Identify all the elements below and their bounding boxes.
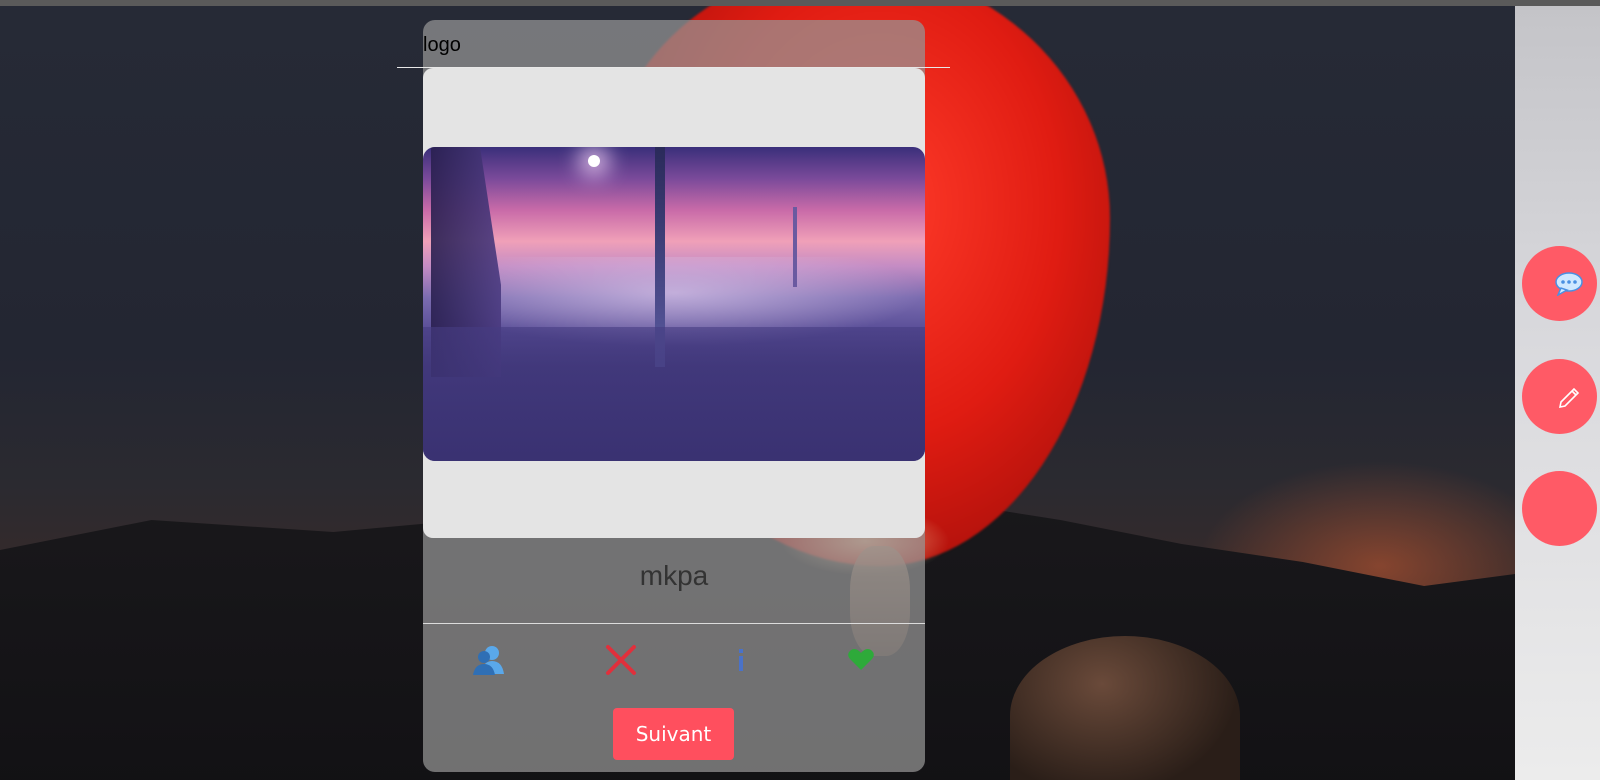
chat-button[interactable] [1522, 246, 1597, 321]
like-button[interactable] [841, 640, 881, 680]
action-bar [423, 640, 925, 680]
heart-icon [848, 649, 874, 670]
chat-icon [1555, 271, 1583, 296]
pencil-icon [1558, 387, 1580, 408]
dislike-button[interactable] [601, 640, 641, 680]
logo[interactable]: logo [423, 30, 461, 60]
close-icon [606, 645, 636, 675]
friends-icon [473, 646, 504, 675]
profile-photo[interactable] [423, 147, 925, 461]
photo-fog [423, 327, 925, 461]
actions-divider [423, 623, 925, 624]
photo-sun [588, 155, 600, 167]
friends-button[interactable] [468, 640, 508, 680]
info-button[interactable] [721, 640, 761, 680]
photo-spire-small [793, 207, 797, 287]
edit-button[interactable] [1522, 359, 1597, 434]
third-action-button[interactable] [1522, 471, 1597, 546]
profile-name: mkpa [639, 560, 709, 591]
next-button[interactable]: Suivant [613, 708, 734, 760]
info-icon [739, 649, 743, 671]
photo-panel [423, 68, 925, 538]
